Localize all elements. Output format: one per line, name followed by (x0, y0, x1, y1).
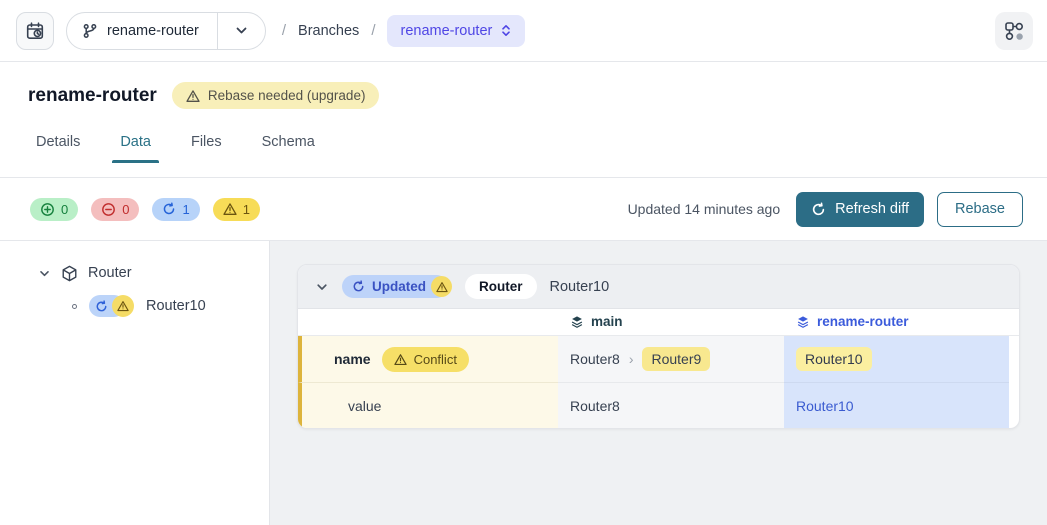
base-value-cell: Router8 › Router9 (558, 336, 784, 382)
workflow-nodes-icon (1004, 21, 1024, 41)
refresh-icon (162, 202, 176, 216)
compare-value-cell: Router10 (784, 336, 1009, 382)
diff-row-value: value Router8 Router10 (298, 382, 1019, 428)
updated-count-badge: 1 (152, 198, 199, 221)
conflict-count-badge: 1 (213, 198, 260, 221)
tab-bar: Details Data Files Schema (28, 126, 1019, 163)
branch-selector-caret[interactable] (218, 23, 265, 38)
layers-icon (570, 315, 584, 329)
refresh-icon (811, 202, 826, 217)
refresh-icon (352, 280, 365, 293)
chevron-down-icon[interactable] (315, 280, 329, 294)
status-badge-label: Rebase needed (upgrade) (208, 88, 366, 103)
tab-schema[interactable]: Schema (260, 126, 317, 163)
warning-icon (112, 295, 134, 317)
breadcrumb-separator: / (371, 22, 375, 39)
diff-card-title: Router10 (550, 279, 610, 295)
compare-value-cell: Router10 (784, 382, 1009, 428)
breadcrumb-branch-label: rename-router (400, 23, 492, 39)
added-count-badge: 0 (30, 198, 78, 221)
rebase-needed-badge: Rebase needed (upgrade) (172, 82, 380, 109)
diff-toolbar: 0 0 1 (0, 178, 1047, 241)
breadcrumb-separator: / (282, 22, 286, 39)
compare-branch-label: rename-router (817, 314, 909, 329)
breadcrumb-branch-dropdown[interactable]: rename-router (387, 15, 525, 47)
calendar-clock-icon (25, 21, 45, 41)
page-header: rename-router Rebase needed (upgrade) De… (0, 62, 1047, 178)
base-new-value: Router9 (642, 347, 710, 371)
minus-circle-icon (101, 202, 116, 217)
chevron-down-icon (234, 23, 249, 38)
branch-name-label: rename-router (107, 23, 199, 39)
entity-type-badge: Router (465, 274, 537, 299)
bullet-icon (72, 304, 77, 309)
field-cell: name Conflict (298, 336, 558, 382)
branch-selector[interactable]: rename-router (66, 12, 266, 50)
tree-node-label: Router10 (146, 298, 206, 314)
warning-icon (186, 89, 200, 103)
app-window: rename-router / Branches / rename-router (0, 0, 1047, 525)
field-name-label: value (334, 398, 381, 414)
diff-card-header[interactable]: Updated Router Router10 (298, 265, 1019, 309)
conflict-badge-label: Conflict (414, 352, 457, 367)
tree-node-status-badges (89, 295, 134, 317)
base-branch-column-header: main (558, 309, 784, 335)
diff-panel: Updated Router Router10 (270, 241, 1047, 525)
diff-card-router10: Updated Router Router10 (297, 264, 1020, 429)
conflict-badge: Conflict (382, 347, 469, 372)
tree-node-router10[interactable]: Router10 (0, 288, 269, 324)
compare-branch-column-header: rename-router (784, 309, 1009, 335)
updated-status-label: Updated (372, 279, 426, 294)
content-area: Router Router10 (0, 241, 1047, 525)
field-column-header (298, 309, 558, 335)
removed-count-badge: 0 (91, 198, 139, 221)
tree-node-router[interactable]: Router (0, 258, 269, 288)
diff-row-name: name Conflict Router8 › (298, 336, 1019, 382)
diff-counters: 0 0 1 (30, 198, 260, 221)
base-old-value: Router8 (570, 351, 620, 367)
chevron-right-icon: › (629, 351, 634, 367)
cube-icon (61, 265, 78, 282)
tab-details[interactable]: Details (34, 126, 82, 163)
tree-node-label: Router (88, 265, 132, 281)
warning-icon (394, 353, 407, 366)
diff-table-header: main rename-router (298, 309, 1019, 336)
breadcrumb: / Branches / rename-router (282, 15, 525, 47)
topbar: rename-router / Branches / rename-router (0, 0, 1047, 62)
warning-icon (223, 202, 237, 216)
base-branch-label: main (591, 314, 623, 329)
compare-value-highlighted: Router10 (796, 347, 872, 371)
git-branch-icon (82, 23, 98, 39)
conflict-count: 1 (243, 202, 250, 217)
tab-data[interactable]: Data (118, 126, 153, 163)
compare-value: Router10 (796, 398, 854, 414)
refresh-diff-button[interactable]: Refresh diff (796, 192, 924, 227)
field-cell: value (298, 382, 558, 428)
rebase-button[interactable]: Rebase (937, 192, 1023, 227)
field-name-label: name (334, 351, 371, 367)
updated-count: 1 (182, 202, 189, 217)
chevrons-up-down-icon (500, 24, 512, 37)
calendar-clock-button[interactable] (16, 12, 54, 50)
warning-icon (431, 276, 452, 297)
updated-status-badge: Updated (342, 275, 452, 298)
last-updated-text: Updated 14 minutes ago (628, 201, 781, 217)
base-value: Router8 (570, 398, 620, 414)
entity-tree-sidebar: Router Router10 (0, 241, 270, 525)
page-title: rename-router (28, 85, 157, 107)
base-value-cell: Router8 (558, 382, 784, 428)
removed-count: 0 (122, 202, 129, 217)
layers-icon (796, 315, 810, 329)
added-count: 0 (61, 202, 68, 217)
branch-selector-value[interactable]: rename-router (67, 23, 217, 39)
tab-files[interactable]: Files (189, 126, 224, 163)
refresh-diff-label: Refresh diff (835, 201, 909, 217)
workflow-nodes-button[interactable] (995, 12, 1033, 50)
chevron-down-icon (38, 267, 51, 280)
plus-circle-icon (40, 202, 55, 217)
breadcrumb-item-branches[interactable]: Branches (298, 23, 359, 39)
